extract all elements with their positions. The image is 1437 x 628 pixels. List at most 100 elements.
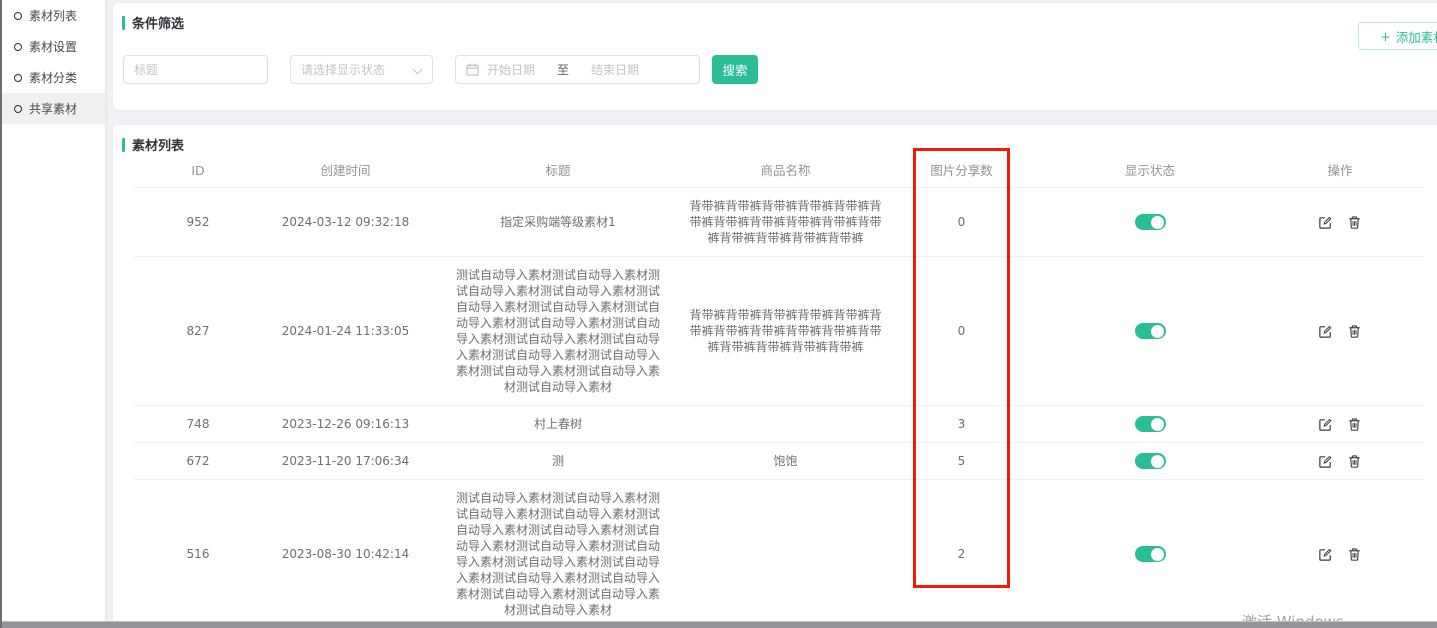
date-range-picker[interactable]: 开始日期 至 结束日期 <box>455 55 700 84</box>
title-filter-input[interactable] <box>124 56 267 83</box>
cell-created-time: 2024-03-12 09:32:18 <box>263 214 428 230</box>
filter-section-title: 条件筛选 <box>132 13 184 32</box>
horizontal-scrollbar[interactable] <box>0 621 1437 628</box>
status-toggle[interactable] <box>1135 323 1166 339</box>
trash-icon[interactable] <box>1347 417 1362 432</box>
table-body: 952 2024-03-12 09:32:18 指定采购端等级素材1 背带裤背带… <box>113 188 1437 622</box>
column-header-6: 显示状态 <box>1040 163 1260 179</box>
status-toggle[interactable] <box>1135 453 1166 469</box>
cell-title: 测试自动导入素材测试自动导入素材测试自动导入素材测试自动导入素材测试自动导入素材… <box>428 267 688 395</box>
calendar-icon <box>466 63 479 76</box>
toggle-knob <box>1151 325 1164 338</box>
trash-icon[interactable] <box>1347 324 1362 339</box>
cell-display-status <box>1040 416 1260 432</box>
cell-image-share-count: 0 <box>883 323 1040 339</box>
table-section-title: 素材列表 <box>132 135 184 154</box>
column-header-5: 图片分享数 <box>883 163 1040 179</box>
end-date-placeholder[interactable]: 结束日期 <box>591 61 639 78</box>
toggle-knob <box>1151 216 1164 229</box>
filter-section-header: 条件筛选 <box>113 3 1437 30</box>
column-header-7: 操作 <box>1260 163 1420 179</box>
cell-image-share-count: 3 <box>883 416 1040 432</box>
sidebar-item-label: 共享素材 <box>29 100 77 117</box>
cell-display-status <box>1040 453 1260 469</box>
window-left-edge <box>0 0 2 628</box>
cell-created-time: 2024-01-24 11:33:05 <box>263 323 428 339</box>
date-range-separator: 至 <box>557 61 569 78</box>
edit-icon[interactable] <box>1318 324 1333 339</box>
plus-icon: + <box>1380 29 1390 44</box>
toggle-knob <box>1151 548 1164 561</box>
status-select[interactable] <box>290 55 433 84</box>
sidebar-item-3[interactable]: 素材分类 <box>2 62 105 93</box>
sidebar-item-label: 素材设置 <box>29 38 77 55</box>
cell-image-share-count: 2 <box>883 546 1040 562</box>
cell-display-status <box>1040 214 1260 230</box>
sidebar-item-label: 素材列表 <box>29 7 77 24</box>
cell-title: 村上春树 <box>428 416 688 432</box>
cell-image-share-count: 5 <box>883 453 1040 469</box>
trash-icon[interactable] <box>1347 215 1362 230</box>
cell-product-name <box>688 546 883 562</box>
status-toggle[interactable] <box>1135 416 1166 432</box>
cell-id: 748 <box>133 416 263 432</box>
edit-icon[interactable] <box>1318 417 1333 432</box>
table-row: 516 2023-08-30 10:42:14 测试自动导入素材测试自动导入素材… <box>133 480 1425 622</box>
cell-product-name <box>688 416 883 432</box>
add-material-label: 添加素材 <box>1396 27 1437 46</box>
cell-created-time: 2023-12-26 09:16:13 <box>263 416 428 432</box>
radio-circle-icon <box>14 43 22 51</box>
edit-icon[interactable] <box>1318 454 1333 469</box>
radio-circle-icon <box>14 74 22 82</box>
cell-id: 516 <box>133 546 263 562</box>
sidebar-item-label: 素材分类 <box>29 69 77 86</box>
column-header-2: 创建时间 <box>263 163 428 179</box>
sidebar-item-4[interactable]: 共享素材 <box>2 93 105 124</box>
trash-icon[interactable] <box>1347 454 1362 469</box>
section-accent-bar <box>122 138 125 152</box>
table-row: 748 2023-12-26 09:16:13 村上春树 3 <box>133 406 1425 443</box>
trash-icon[interactable] <box>1347 547 1362 562</box>
cell-image-share-count: 0 <box>883 214 1040 230</box>
start-date-placeholder[interactable]: 开始日期 <box>487 61 535 78</box>
cell-product-name: 饱饱 <box>688 453 883 469</box>
status-toggle[interactable] <box>1135 546 1166 562</box>
column-header-3: 标题 <box>428 163 688 179</box>
cell-created-time: 2023-08-30 10:42:14 <box>263 546 428 562</box>
cell-product-name: 背带裤背带裤背带裤背带裤背带裤背带裤背带裤背带裤背带裤背带裤背带裤背带裤背带裤背… <box>688 307 883 355</box>
sidebar-item-2[interactable]: 素材设置 <box>2 31 105 62</box>
radio-circle-icon <box>14 12 22 20</box>
section-accent-bar <box>122 16 125 30</box>
table-row: 672 2023-11-20 17:06:34 测 饱饱 5 <box>133 443 1425 480</box>
status-select-input[interactable] <box>291 56 432 83</box>
cell-actions <box>1260 323 1420 339</box>
cell-id: 672 <box>133 453 263 469</box>
cell-actions <box>1260 546 1420 562</box>
column-header-4: 商品名称 <box>688 163 883 179</box>
cell-id: 952 <box>133 214 263 230</box>
cell-actions <box>1260 453 1420 469</box>
sidebar: 素材列表 素材设置 素材分类 共享素材 <box>2 0 106 621</box>
cell-actions <box>1260 214 1420 230</box>
status-toggle[interactable] <box>1135 214 1166 230</box>
cell-title: 测试自动导入素材测试自动导入素材测试自动导入素材测试自动导入素材测试自动导入素材… <box>428 490 688 618</box>
table-row: 827 2024-01-24 11:33:05 测试自动导入素材测试自动导入素材… <box>133 257 1425 406</box>
toggle-knob <box>1151 418 1164 431</box>
toggle-knob <box>1151 455 1164 468</box>
search-button[interactable]: 搜索 <box>712 55 758 84</box>
table-row: 952 2024-03-12 09:32:18 指定采购端等级素材1 背带裤背带… <box>133 188 1425 257</box>
cell-id: 827 <box>133 323 263 339</box>
column-header-1: ID <box>133 163 263 179</box>
cell-actions <box>1260 416 1420 432</box>
edit-icon[interactable] <box>1318 215 1333 230</box>
filter-panel: 条件筛选 开始日期 至 结束日期 搜索 + 添加素材 <box>113 3 1437 110</box>
cell-created-time: 2023-11-20 17:06:34 <box>263 453 428 469</box>
table-header-row: ID创建时间标题商品名称图片分享数显示状态操作 <box>133 155 1425 188</box>
cell-display-status <box>1040 546 1260 562</box>
cell-product-name: 背带裤背带裤背带裤背带裤背带裤背带裤背带裤背带裤背带裤背带裤背带裤背带裤背带裤背… <box>688 198 883 246</box>
edit-icon[interactable] <box>1318 547 1333 562</box>
sidebar-item-1[interactable]: 素材列表 <box>2 0 105 31</box>
cell-title: 指定采购端等级素材1 <box>428 214 688 230</box>
cell-display-status <box>1040 323 1260 339</box>
add-material-button[interactable]: + 添加素材 <box>1358 22 1437 50</box>
